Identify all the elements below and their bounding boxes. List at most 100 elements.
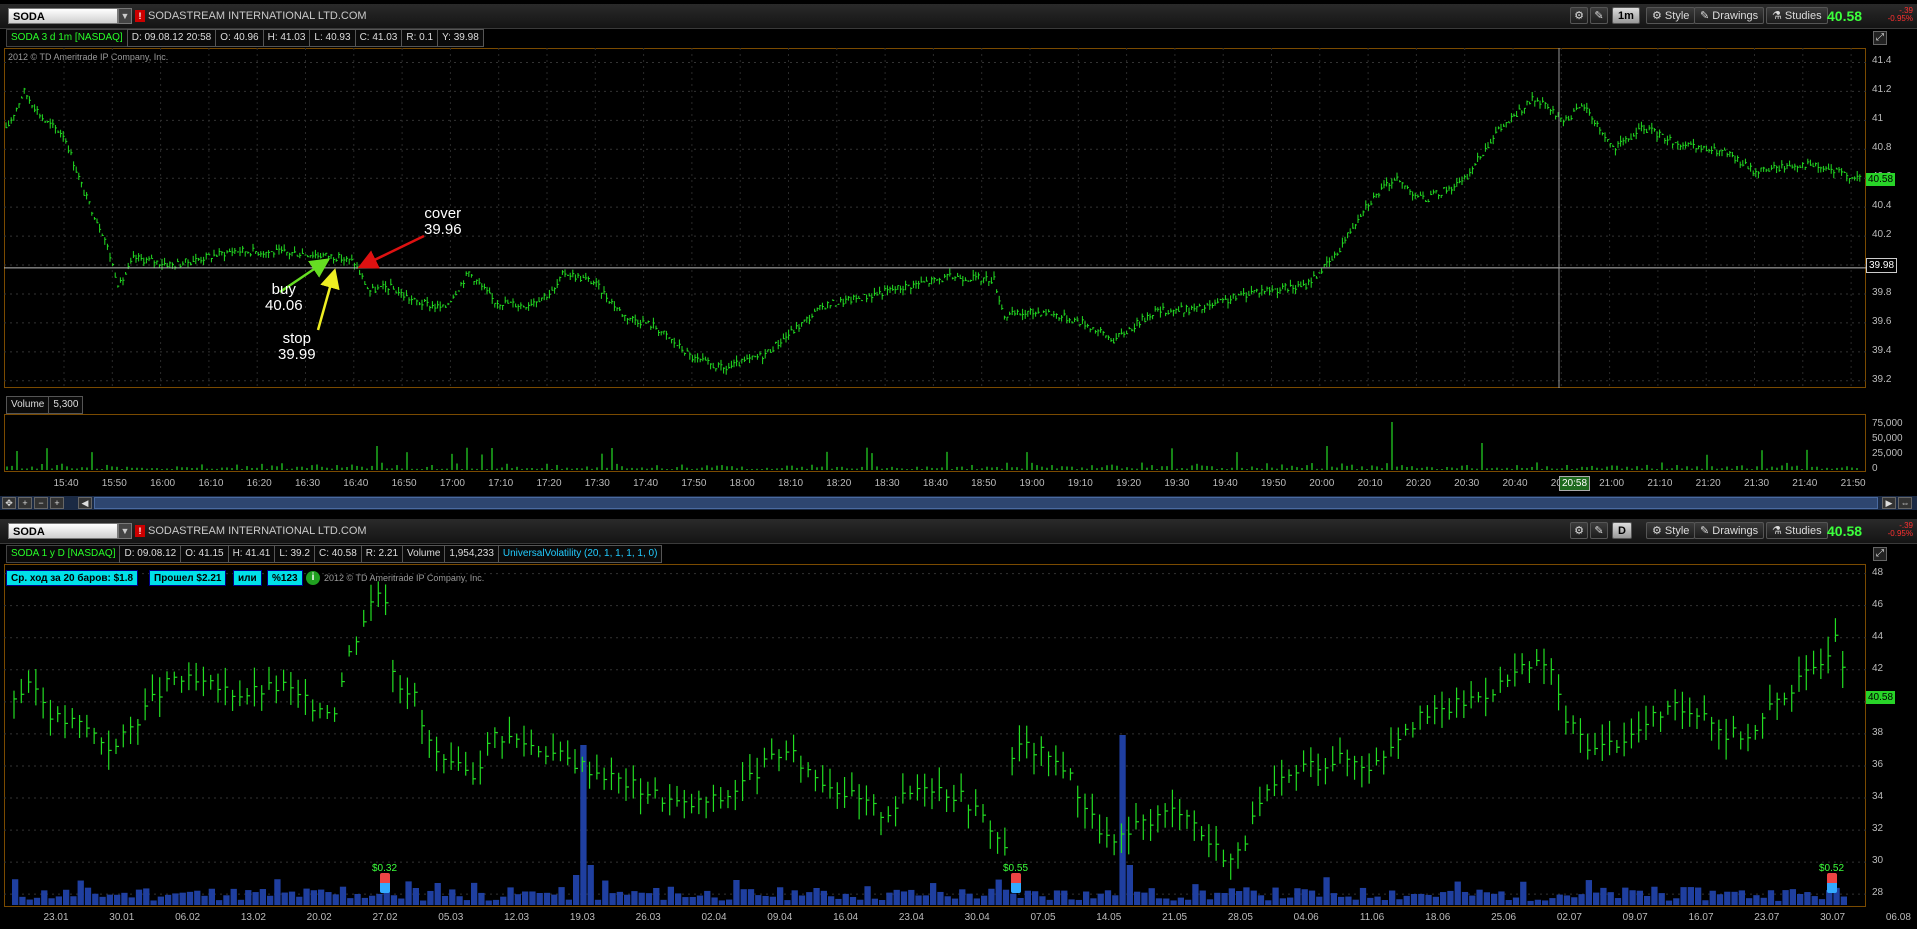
symbol-dropdown-icon[interactable]: ▼ (118, 523, 132, 539)
study-label[interactable]: UniversalVolatility (20, 1, 1, 1, 1, 0) (497, 545, 663, 563)
volume-info-bar: Volume 5,300 (6, 396, 84, 414)
volume-bar (1840, 896, 1847, 905)
zoom-in-icon[interactable]: + (50, 497, 64, 509)
volume-bar (1024, 890, 1031, 905)
volume-bar (1804, 892, 1811, 905)
zoom-out-icon[interactable]: − (34, 497, 48, 509)
drawings-button-daily[interactable]: ✎ Drawings (1694, 522, 1765, 539)
scroll-left-icon[interactable]: ◀ (78, 497, 92, 509)
volume-bar (1236, 891, 1243, 905)
chart-title-daily: SODA 1 y D [NASDAQ] (6, 545, 121, 563)
price-tick-label: 41.4 (1872, 55, 1892, 67)
tools-icon[interactable]: ⚙ (1570, 7, 1588, 24)
time-tick-label: 19:20 (1116, 478, 1142, 489)
volume-bar (1083, 891, 1090, 905)
aggregation-button-daily[interactable]: D (1612, 522, 1632, 539)
volume-bar (1498, 891, 1505, 905)
earnings-icon[interactable] (1827, 873, 1837, 893)
symbol-dropdown-icon[interactable]: ▼ (118, 8, 132, 24)
volume-tick-label: 25,000 (1872, 448, 1903, 459)
volume-bar (128, 897, 135, 905)
scroll-right-icon[interactable]: ▶ (1882, 497, 1896, 509)
crosshair-icon[interactable]: + (18, 497, 32, 509)
stop-label: stop (282, 330, 311, 347)
aggregation-button[interactable]: 1m (1612, 7, 1640, 24)
style-button[interactable]: ⚙ Style (1646, 7, 1696, 24)
last-price-tag-daily: 40.58 (1866, 691, 1896, 704)
volume-bar (1760, 897, 1767, 905)
time-tick-label: 16:00 (150, 478, 176, 489)
date-tick-label: 27.02 (372, 912, 398, 923)
volume-bar (1818, 899, 1826, 905)
volume-bar (1476, 889, 1483, 905)
info-close: C: 41.03 (354, 29, 403, 47)
time-tick-label: 17:00 (439, 478, 465, 489)
expand-icon[interactable]: ⇔ (1898, 497, 1912, 509)
copyright-daily: 2012 © TD Ameritrade IP Company, Inc. (324, 573, 485, 583)
volume-bar (769, 896, 776, 905)
scroll-thumb[interactable] (94, 497, 1878, 509)
chart-settings-icon[interactable]: ⤢ (1873, 547, 1887, 561)
earnings-icon[interactable] (380, 873, 390, 893)
volume-bar (12, 879, 19, 905)
volume-bar (1775, 900, 1782, 905)
time-tick-label: 21:50 (1840, 478, 1866, 489)
intraday-scrollbar[interactable]: ✥ + − + ◀ ▶ ⇔ (0, 496, 1917, 510)
volume-bar (1308, 890, 1316, 905)
drawings-button[interactable]: ✎ Drawings (1694, 7, 1765, 24)
volume-bar (879, 899, 886, 905)
last-price-tag: 40.58 (1866, 173, 1896, 186)
volume-bar (1483, 892, 1490, 905)
volume-bar (1447, 890, 1454, 905)
time-tick-label: 15:50 (101, 478, 127, 489)
last-price-daily: 40.58 (1827, 523, 1863, 539)
time-tick-label: 18:10 (777, 478, 804, 489)
volume-bar (274, 879, 281, 905)
price-tick-label: 46 (1872, 598, 1884, 610)
studies-button-daily[interactable]: ⚗ Studies (1766, 522, 1828, 539)
time-tick-label: 21:00 (1599, 478, 1625, 489)
symbol-input-daily[interactable]: SODA (8, 523, 118, 539)
volume-bar (1797, 893, 1804, 905)
studies-button[interactable]: ⚗ Studies (1766, 7, 1828, 24)
volume-bar (1294, 888, 1301, 905)
earnings-icon[interactable] (1011, 873, 1021, 893)
tools-icon[interactable]: ⚙ (1570, 522, 1588, 539)
volume-bar (1600, 887, 1607, 905)
date-tick-label: 06.08 (1885, 912, 1911, 923)
pan-icon[interactable]: ✥ (2, 497, 16, 509)
wrench-icon[interactable]: ✎ (1590, 7, 1608, 24)
volume-bar (288, 891, 296, 905)
time-tick-label: 16:50 (391, 478, 417, 489)
volume-bar (471, 882, 478, 905)
volume-bar (1053, 890, 1061, 905)
symbol-input[interactable]: SODA (8, 8, 118, 24)
volume-bar (1709, 890, 1716, 905)
date-tick-label: 23.07 (1754, 912, 1780, 923)
volume-bar (777, 887, 784, 905)
daily-price-chart[interactable] (4, 564, 1866, 907)
volume-bar (376, 893, 383, 905)
volume-bar (325, 892, 332, 905)
volume-bar (973, 898, 980, 905)
volume-bar (1629, 890, 1636, 905)
time-tick-label: 18:50 (971, 478, 997, 489)
style-button-daily[interactable]: ⚙ Style (1646, 522, 1696, 539)
info-date: D: 09.08.12 (119, 545, 182, 563)
info-icon[interactable]: i (306, 571, 320, 585)
time-tick-label: 16:40 (343, 478, 369, 489)
volume-bar (1396, 899, 1403, 905)
date-tick-label: 30.01 (109, 912, 135, 923)
volume-bar (1221, 893, 1228, 905)
chart-settings-icon[interactable]: ⤢ (1873, 31, 1887, 45)
date-tick-label: 04.06 (1293, 912, 1319, 923)
volume-bar (1658, 893, 1665, 905)
price-tick-label: 40.4 (1872, 200, 1892, 212)
volume-bar (1527, 900, 1534, 905)
date-tick-label: 23.04 (898, 912, 924, 923)
wrench-icon[interactable]: ✎ (1590, 522, 1608, 539)
volume-bar (33, 897, 41, 905)
volume-bar (1032, 891, 1039, 905)
studies-label: Studies (1784, 10, 1822, 22)
volume-bar (726, 899, 733, 905)
